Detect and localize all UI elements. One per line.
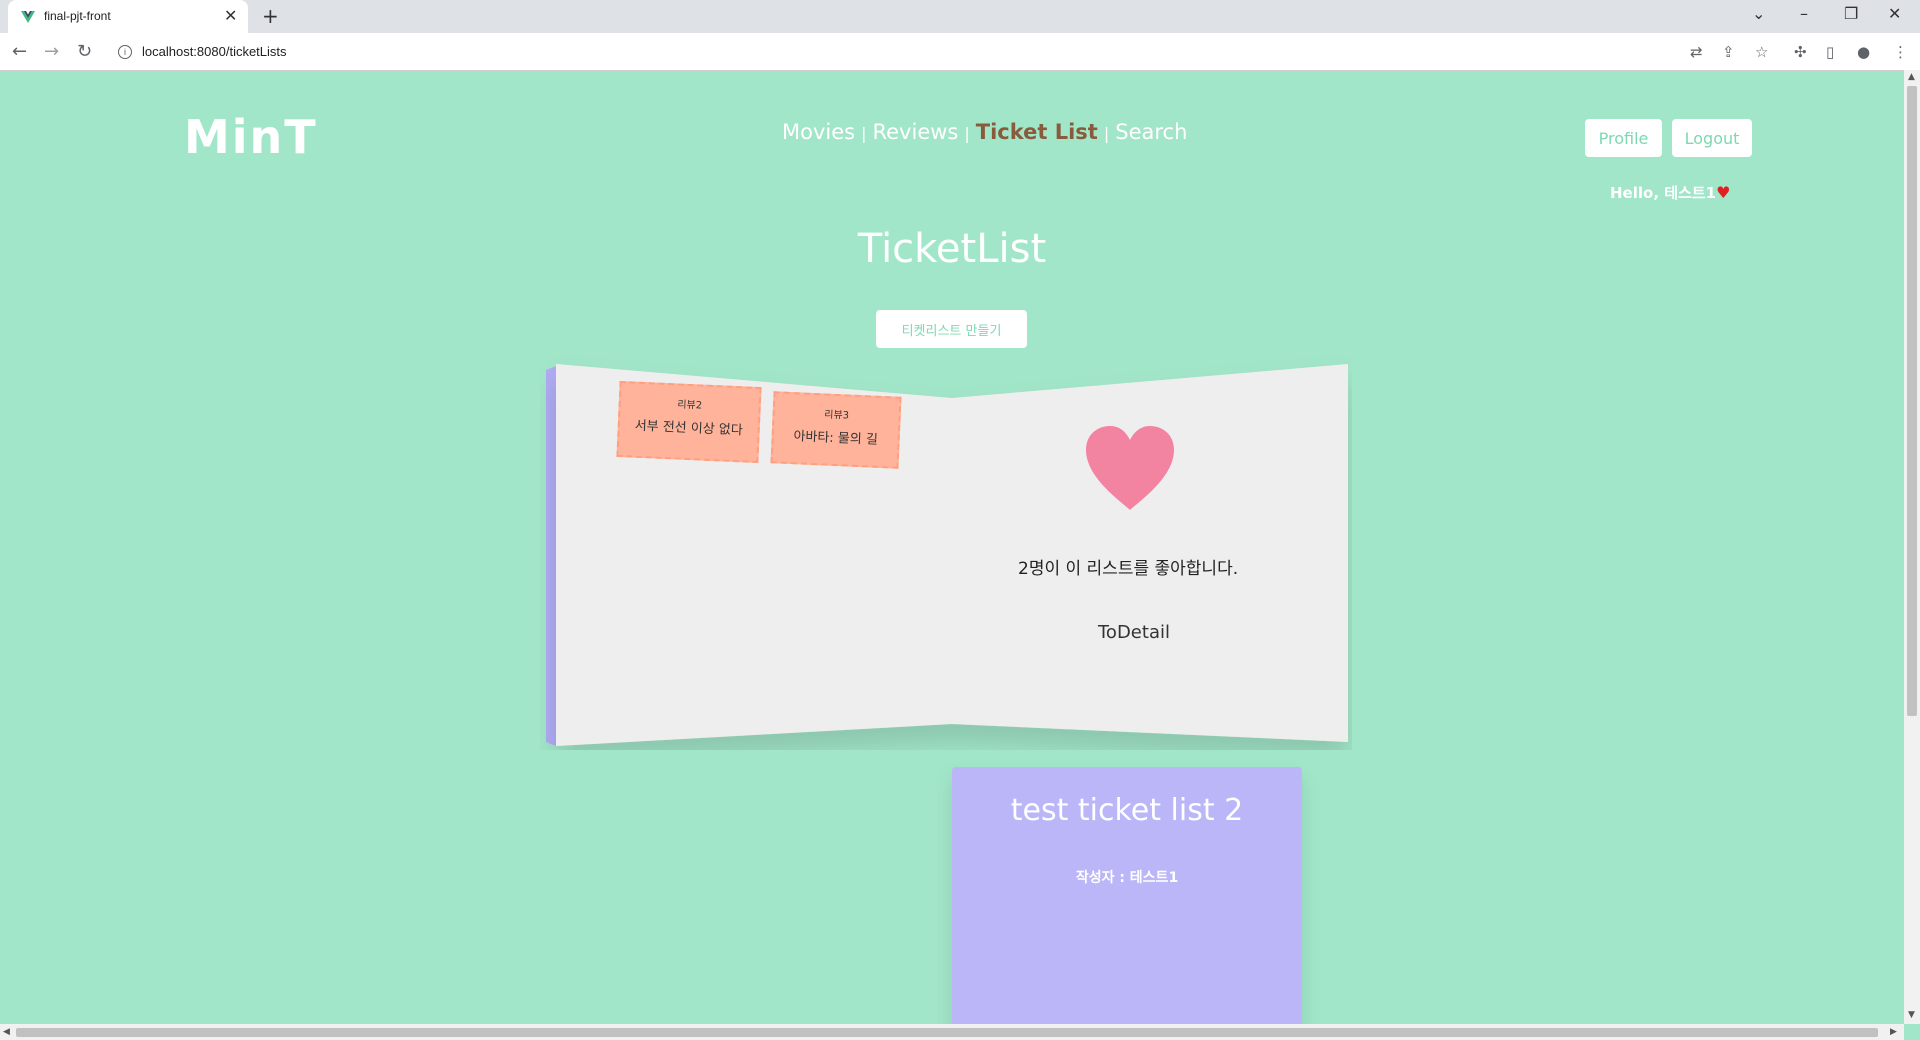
tab-title: final-pjt-front [44, 9, 111, 23]
profile-avatar-icon[interactable]: ● [1857, 43, 1870, 61]
ticket-list-title: test ticket list 2 [1010, 793, 1244, 828]
page-viewport: MinT Movies | Reviews | Ticket List | Search P… [0, 70, 1904, 1024]
make-ticketlist-button[interactable]: 티켓리스트 만들기 [876, 310, 1027, 348]
vue-logo-icon [21, 11, 35, 23]
ticket-stub[interactable]: 리뷰3 아바타: 물의 길 [770, 391, 902, 469]
bookmark-star-icon[interactable]: ☆ [1755, 43, 1768, 61]
vertical-scroll-thumb[interactable] [1907, 86, 1917, 716]
browser-tabbar: final-pjt-front ✕ + ⌄ – ❐ ✕ [0, 0, 1920, 33]
horizontal-scrollbar[interactable]: ◀ ▶ [0, 1024, 1904, 1040]
forward-icon[interactable]: → [44, 41, 59, 62]
scroll-up-icon[interactable]: ▲ [1908, 72, 1915, 82]
ticket-review-name: 리뷰3 [824, 409, 850, 422]
logout-button[interactable]: Logout [1672, 119, 1752, 157]
ticket-list-author: 작성자 : 테스트1 [1075, 870, 1179, 886]
nav-separator: | [964, 124, 970, 143]
scroll-down-icon[interactable]: ▼ [1908, 1010, 1915, 1020]
restore-icon[interactable]: ❐ [1844, 4, 1858, 23]
ticket-stub[interactable]: 리뷰2 서부 전선 이상 없다 [616, 380, 762, 464]
nav-separator: | [1103, 124, 1110, 143]
site-logo[interactable]: MinT [184, 110, 318, 164]
scroll-left-icon[interactable]: ◀ [3, 1027, 10, 1037]
ticket-movie-title: 서부 전선 이상 없다 [634, 418, 744, 439]
share-icon[interactable]: ⇪ [1722, 43, 1735, 61]
browser-tab[interactable]: final-pjt-front ✕ [8, 0, 248, 33]
url-field[interactable]: i localhost:8080/ticketLists [110, 38, 1690, 66]
profile-button[interactable]: Profile [1585, 119, 1662, 157]
close-window-icon[interactable]: ✕ [1888, 4, 1901, 23]
browser-menu-icon[interactable]: ⋮ [1893, 43, 1908, 61]
extensions-icon[interactable]: ✣ [1794, 43, 1807, 61]
nav-movies[interactable]: Movies [782, 120, 855, 144]
url-text: localhost:8080/ticketLists [142, 44, 287, 59]
scroll-right-icon[interactable]: ▶ [1890, 1027, 1897, 1037]
greeting: Hello, 테스트1♥ [1610, 182, 1730, 203]
to-detail-link[interactable]: ToDetail [1098, 622, 1170, 643]
new-tab-icon[interactable]: + [262, 4, 279, 28]
like-heart-icon[interactable] [1082, 422, 1178, 518]
ticket-list-card[interactable]: test ticket list 2 작성자 : 테스트1 [952, 767, 1302, 1024]
vertical-scrollbar[interactable]: ▲ ▼ [1904, 70, 1920, 1024]
nav-search[interactable]: Search [1115, 120, 1187, 144]
ticket-review-name: 리뷰2 [677, 399, 703, 412]
book-spine [546, 366, 556, 746]
greeting-text: Hello, 테스트1 [1610, 184, 1717, 202]
reload-icon[interactable]: ↻ [77, 41, 92, 62]
main-nav: Movies | Reviews | Ticket List | Search [782, 120, 1187, 144]
address-bar: ← → ↻ i localhost:8080/ticketLists ⇄ ⇪ ☆… [0, 33, 1920, 71]
translate-icon[interactable]: ⇄ [1690, 43, 1703, 61]
back-icon[interactable]: ← [12, 41, 27, 62]
tab-search-icon[interactable]: ⌄ [1752, 4, 1765, 23]
ticket-movie-title: 아바타: 물의 길 [793, 429, 879, 448]
minimize-icon[interactable]: – [1800, 4, 1808, 23]
heart-icon: ♥ [1716, 183, 1731, 202]
nav-ticket-list[interactable]: Ticket List [976, 120, 1098, 144]
nav-reviews[interactable]: Reviews [872, 120, 958, 144]
tab-close-icon[interactable]: ✕ [224, 6, 237, 25]
like-count-text: 2명이 이 리스트를 좋아합니다. [1018, 559, 1239, 579]
ticket-list-book[interactable]: 리뷰2 서부 전선 이상 없다 리뷰3 아바타: 물의 길 [540, 356, 1352, 750]
nav-separator: | [861, 124, 867, 143]
horizontal-scroll-thumb[interactable] [16, 1028, 1878, 1037]
site-info-icon[interactable]: i [118, 45, 132, 59]
page-title: TicketList [857, 226, 1047, 272]
side-panel-icon[interactable]: ▯ [1826, 43, 1834, 61]
